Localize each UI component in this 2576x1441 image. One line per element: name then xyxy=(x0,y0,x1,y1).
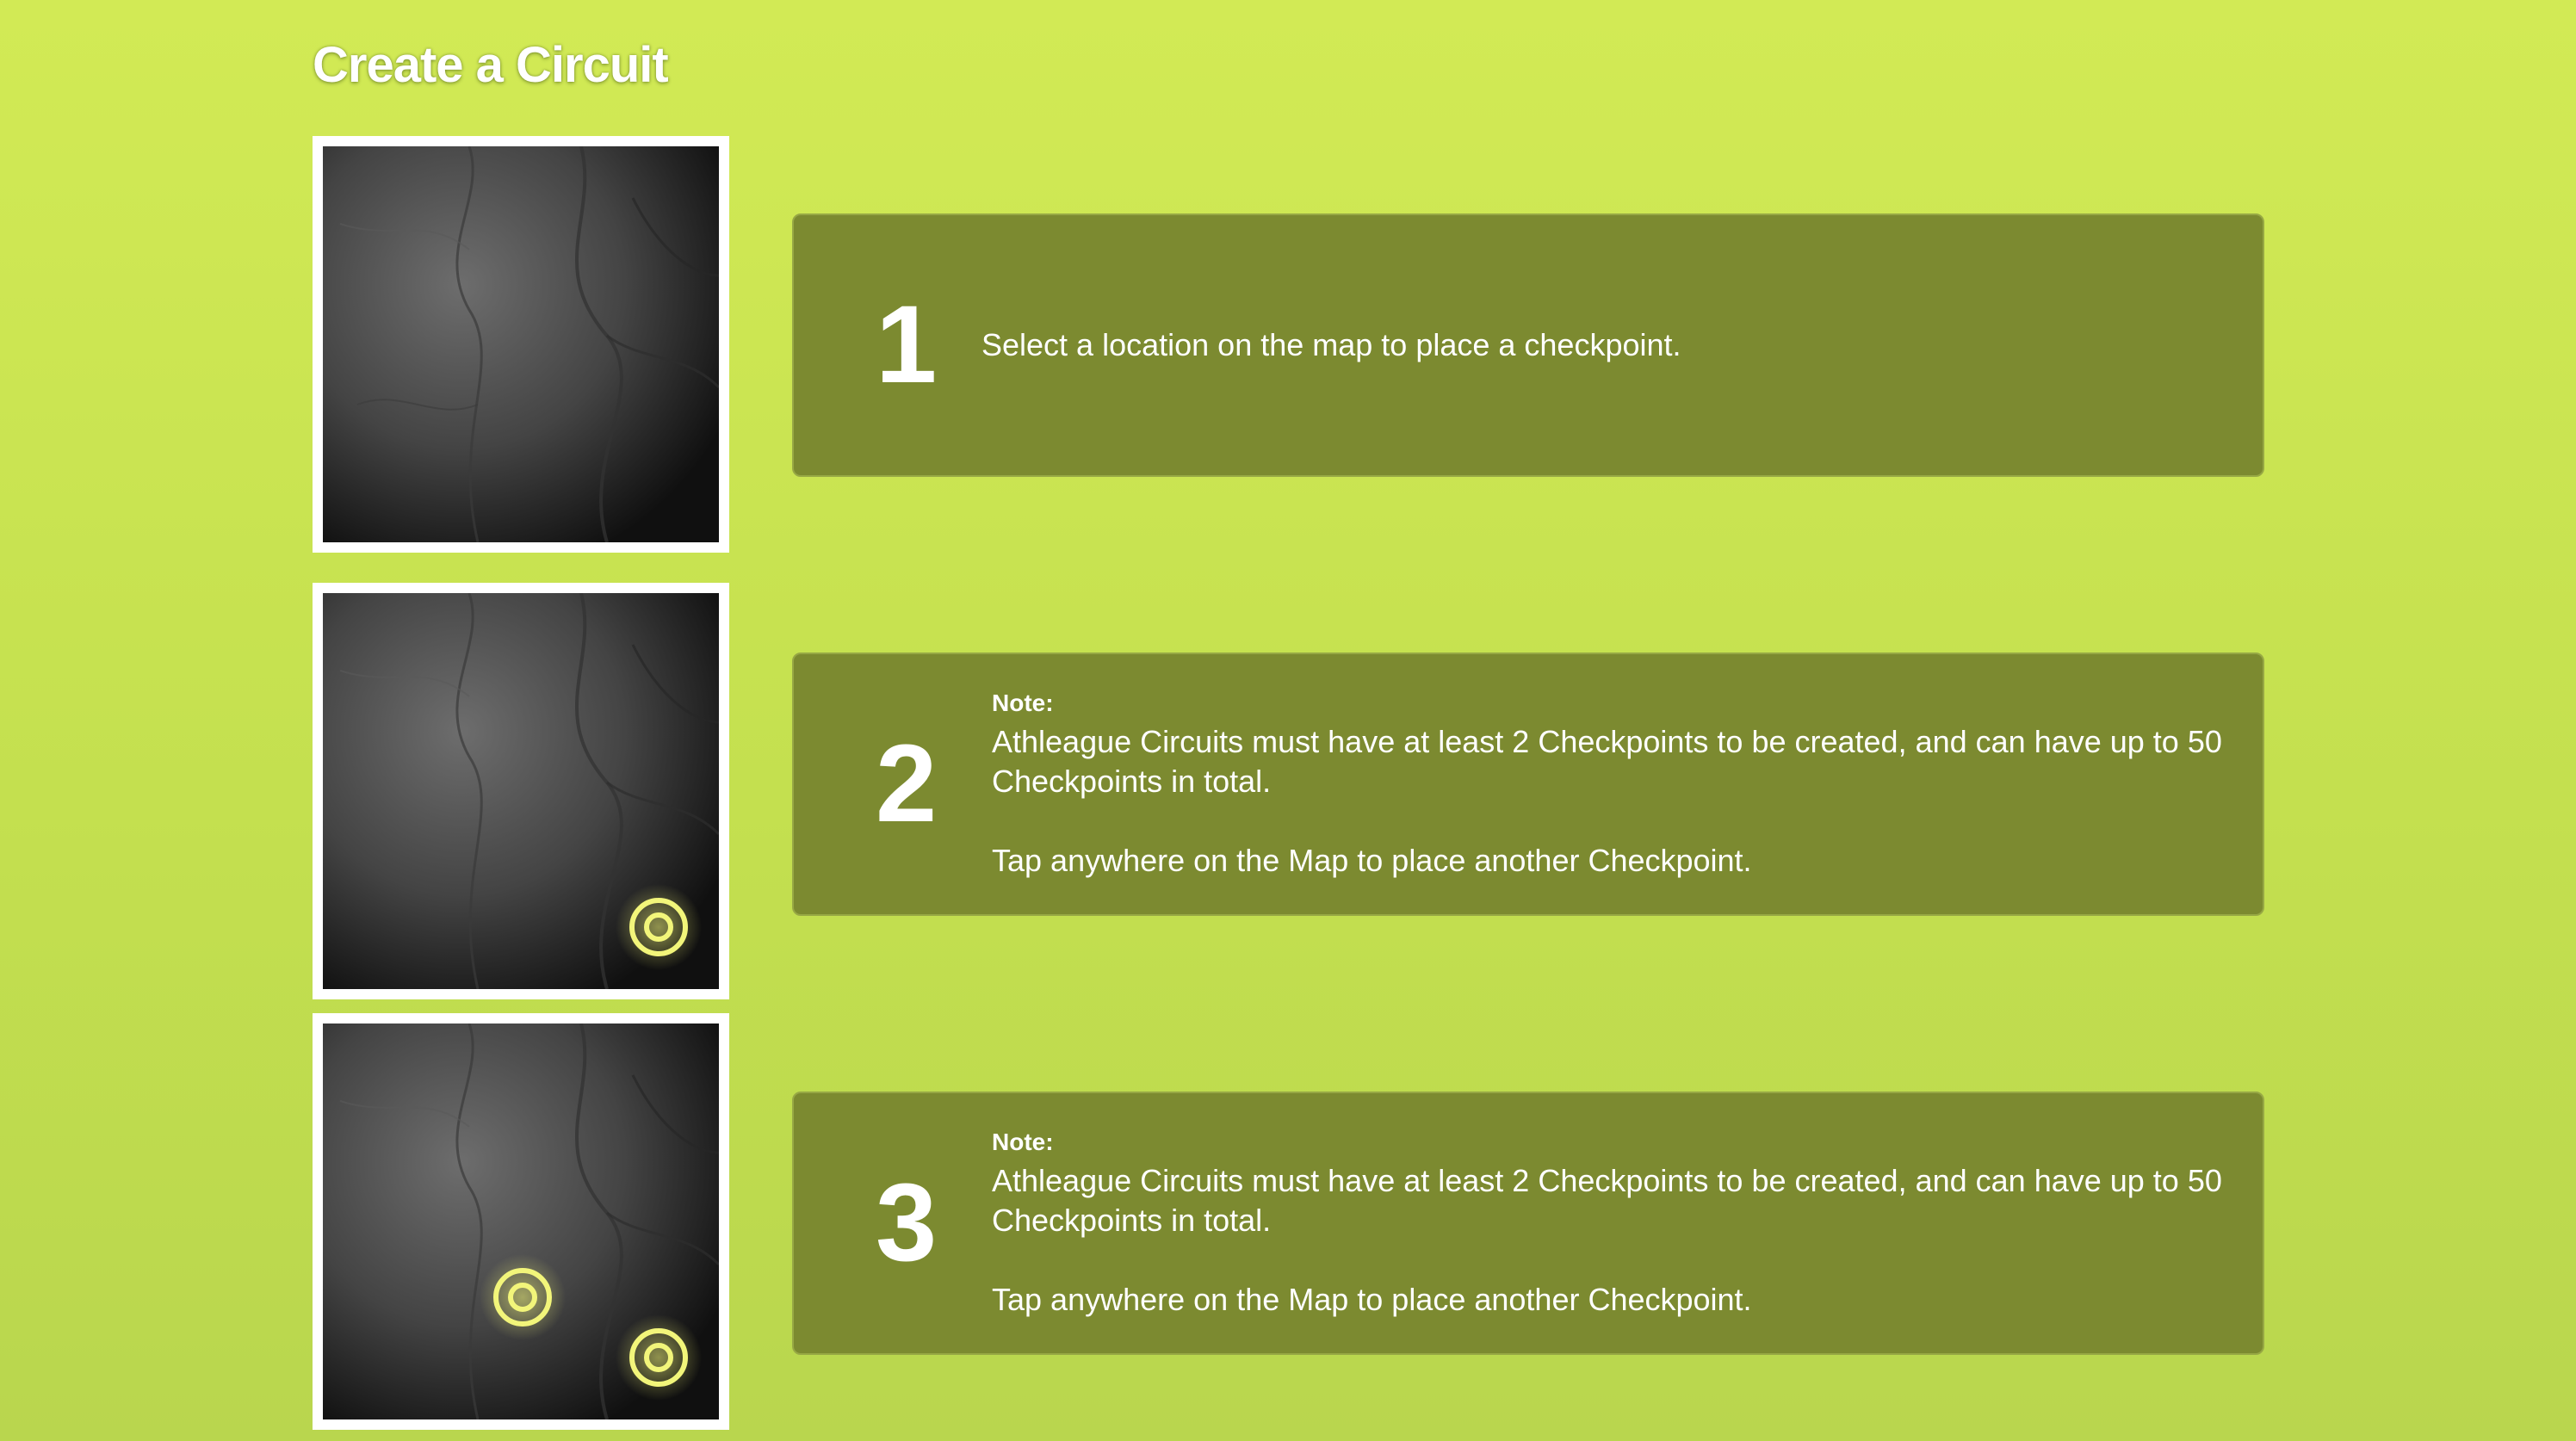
page-title: Create a Circuit xyxy=(313,37,669,93)
note-label: Note: xyxy=(992,690,1054,716)
step-number: 2 xyxy=(876,722,938,845)
note-label: Note: xyxy=(992,1129,1054,1155)
step-card-3: 3 Note: Athleague Circuits must have at … xyxy=(792,1092,2264,1355)
note-text: Athleague Circuits must have at least 2 … xyxy=(992,724,2222,799)
terrain-map xyxy=(323,146,719,542)
tap-instruction: Tap anywhere on the Map to place another… xyxy=(992,843,1752,878)
terrain-map xyxy=(323,593,719,989)
step-card-2: 2 Note: Athleague Circuits must have at … xyxy=(792,652,2264,916)
terrain-map xyxy=(323,1024,719,1419)
checkpoint-marker-icon xyxy=(616,1314,702,1401)
map-thumbnail-step-1 xyxy=(313,136,729,553)
step-card-1: 1 Select a location on the map to place … xyxy=(792,213,2264,477)
map-thumbnail-step-3 xyxy=(313,1013,729,1430)
step-number: 3 xyxy=(876,1161,938,1284)
checkpoint-marker-icon xyxy=(480,1254,566,1340)
map-thumbnail-step-2 xyxy=(313,583,729,999)
step-note: Note: Athleague Circuits must have at le… xyxy=(992,688,2237,881)
step-note: Note: Athleague Circuits must have at le… xyxy=(992,1127,2237,1320)
tap-instruction: Tap anywhere on the Map to place another… xyxy=(992,1282,1752,1317)
step-instruction: Select a location on the map to place a … xyxy=(981,327,1681,362)
step-number: 1 xyxy=(876,283,938,406)
note-text: Athleague Circuits must have at least 2 … xyxy=(992,1163,2222,1238)
checkpoint-marker-icon xyxy=(616,884,702,970)
